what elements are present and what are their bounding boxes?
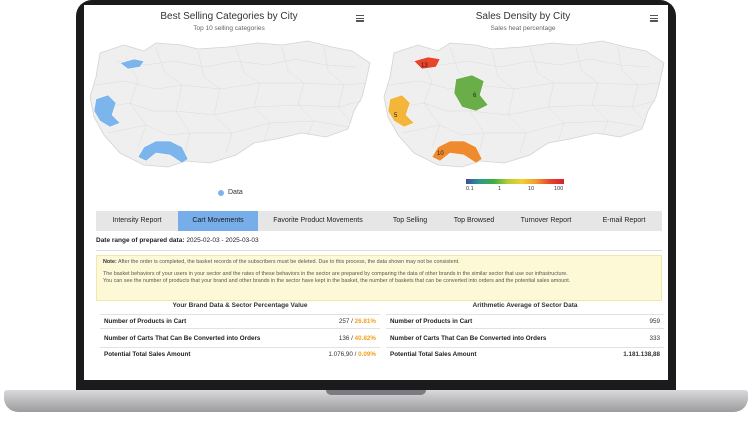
turkey-heat-map: 13 6 5 10	[383, 40, 665, 168]
row-label: Number of Products in Cart	[104, 318, 187, 325]
note-text: You can see the number of products that …	[103, 278, 571, 285]
turkey-map	[89, 40, 371, 168]
table-row: Number of Carts That Can Be Converted in…	[386, 328, 664, 347]
brand-data-table: Your Brand Data & Sector Percentage Valu…	[100, 302, 380, 361]
tab-cart-movements[interactable]: Cart Movements	[178, 211, 258, 231]
table-row: Number of Products in Cart 257 / 26.81%	[100, 314, 380, 328]
chart-subtitle: Top 10 selling categories	[193, 25, 265, 32]
date-range-value: 2025-02-03 - 2025-03-03	[186, 237, 259, 244]
tab-top-selling[interactable]: Top Selling	[378, 211, 442, 231]
color-scale-legend: 0.1 1 10 100	[466, 179, 564, 194]
chart-title: Best Selling Categories by City	[160, 11, 298, 22]
sector-data-table: Arithmetic Average of Sector Data Number…	[386, 302, 664, 361]
region-value-label: 10	[437, 151, 444, 157]
row-value: 257 / 26.81%	[338, 318, 376, 325]
legend-marker	[218, 189, 224, 196]
table-row: Number of Products in Cart 959	[386, 314, 664, 328]
note-text: The basket behaviors of your users in yo…	[103, 271, 568, 278]
chart-title: Sales Density by City	[475, 11, 571, 22]
table-title: Arithmetic Average of Sector Data	[472, 302, 578, 309]
table-title: Your Brand Data & Sector Percentage Valu…	[172, 302, 308, 309]
row-value: 1.181.138,88	[623, 351, 660, 358]
hamburger-menu-icon[interactable]	[650, 15, 658, 22]
scale-tick-label: 100	[554, 186, 564, 192]
tab-turnover-report[interactable]: Turnover Report	[506, 211, 586, 231]
chart-legend[interactable]: Data	[218, 189, 243, 196]
tab-intensity-report[interactable]: Intensity Report	[96, 211, 178, 231]
row-label: Potential Total Sales Amount	[104, 351, 191, 358]
tab-email-report[interactable]: E-mail Report	[586, 211, 662, 231]
laptop-notch	[326, 390, 426, 395]
row-value: 333	[649, 334, 660, 342]
table-row: Number of Carts That Can Be Converted in…	[100, 328, 380, 347]
row-value: 136 / 40.82%	[338, 334, 376, 342]
tab-top-browsed[interactable]: Top Browsed	[442, 211, 506, 231]
info-note: Note: After the order is completed, the …	[96, 255, 662, 301]
row-label: Number of Carts That Can Be Converted in…	[390, 334, 547, 342]
app-screen: Best Selling Categories by City Top 10 s…	[84, 5, 668, 380]
scale-tick-label: 10	[528, 186, 535, 192]
scale-tick-label: 1	[498, 186, 502, 192]
date-range-label: Date range of prepared data:	[96, 237, 185, 244]
sales-density-chart: Sales Density by City Sales heat percent…	[378, 5, 668, 210]
chart-subtitle: Sales heat percentage	[490, 25, 556, 32]
table-row: Potential Total Sales Amount 1.181.138,8…	[386, 347, 664, 361]
best-selling-categories-chart: Best Selling Categories by City Top 10 s…	[84, 5, 374, 210]
note-label: Note:	[103, 259, 117, 265]
report-tabs: Intensity Report Cart Movements Favorite…	[96, 211, 662, 231]
legend-label: Data	[228, 189, 243, 196]
row-label: Number of Products in Cart	[390, 318, 473, 325]
region-value-label: 13	[421, 63, 428, 69]
row-value: 959	[649, 318, 660, 325]
row-value: 1.076,90 / 0.09%	[328, 351, 376, 358]
row-label: Number of Carts That Can Be Converted in…	[104, 334, 261, 342]
tab-favorite-product-movements[interactable]: Favorite Product Movements	[258, 211, 378, 231]
table-row: Potential Total Sales Amount 1.076,90 / …	[100, 347, 380, 361]
scale-tick-label: 0.1	[466, 186, 474, 192]
note-text: After the order is completed, the basket…	[117, 259, 460, 265]
divider	[96, 250, 662, 251]
row-label: Potential Total Sales Amount	[390, 351, 477, 358]
hamburger-menu-icon[interactable]	[356, 15, 364, 22]
date-range: Date range of prepared data: 2025-02-03 …	[96, 237, 259, 244]
